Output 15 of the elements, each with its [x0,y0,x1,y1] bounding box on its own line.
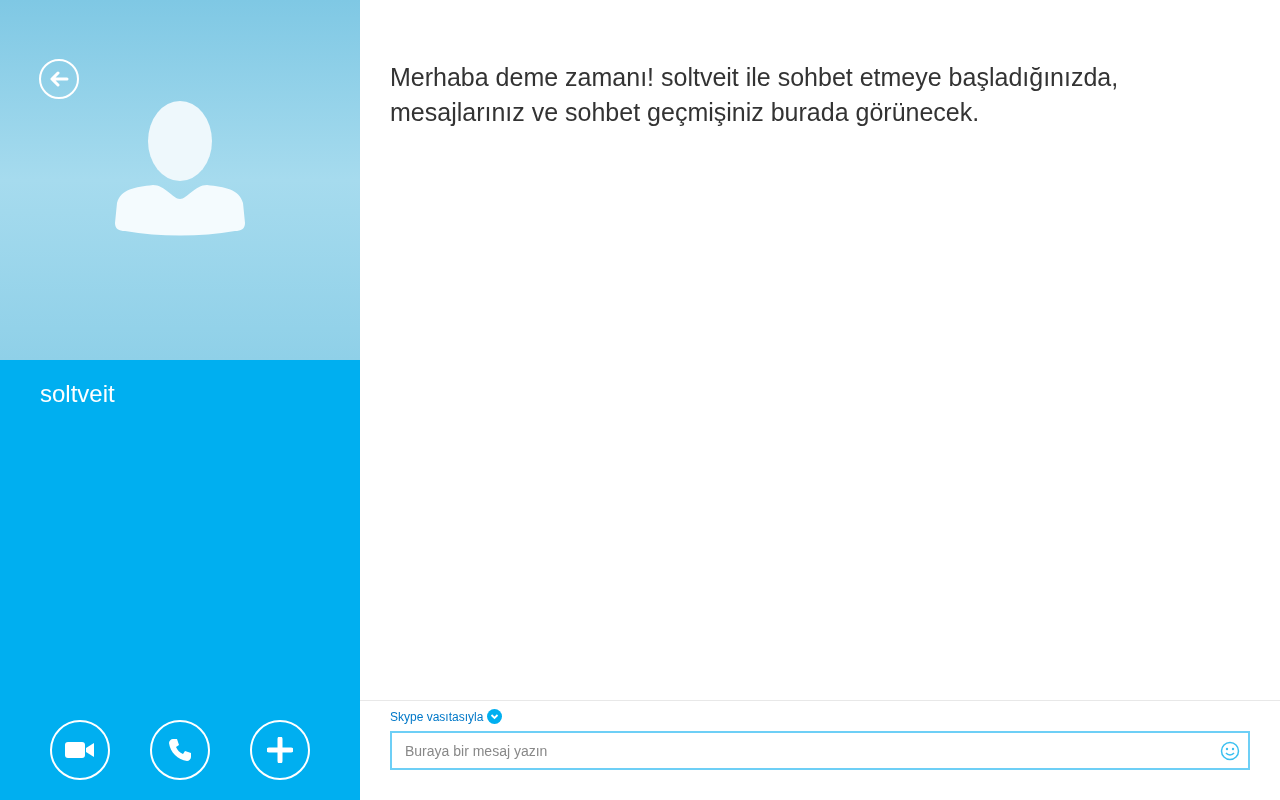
message-input-field[interactable]: Buraya bir mesaj yazın [390,731,1250,770]
plus-icon [267,737,293,763]
add-button[interactable] [250,720,310,780]
avatar-silhouette-icon [115,101,245,237]
service-selector-link[interactable]: Skype vasıtasıyla [390,709,484,724]
back-arrow-icon [49,71,69,87]
video-camera-icon [65,741,95,759]
phone-icon [168,738,192,762]
intro-message: Merhaba deme zamanı! soltveit ile sohbet etmeye başladığınızda, mesajlarınız ve sohbet geçmişiniz burada görünecek. [389,62,1120,128]
chevron-down-icon[interactable] [487,709,503,724]
contact-name: soltveit [39,379,116,409]
call-button[interactable] [150,720,210,780]
back-button[interactable] [39,59,79,99]
smiley-icon[interactable] [1220,741,1240,761]
video-button[interactable] [50,720,110,780]
